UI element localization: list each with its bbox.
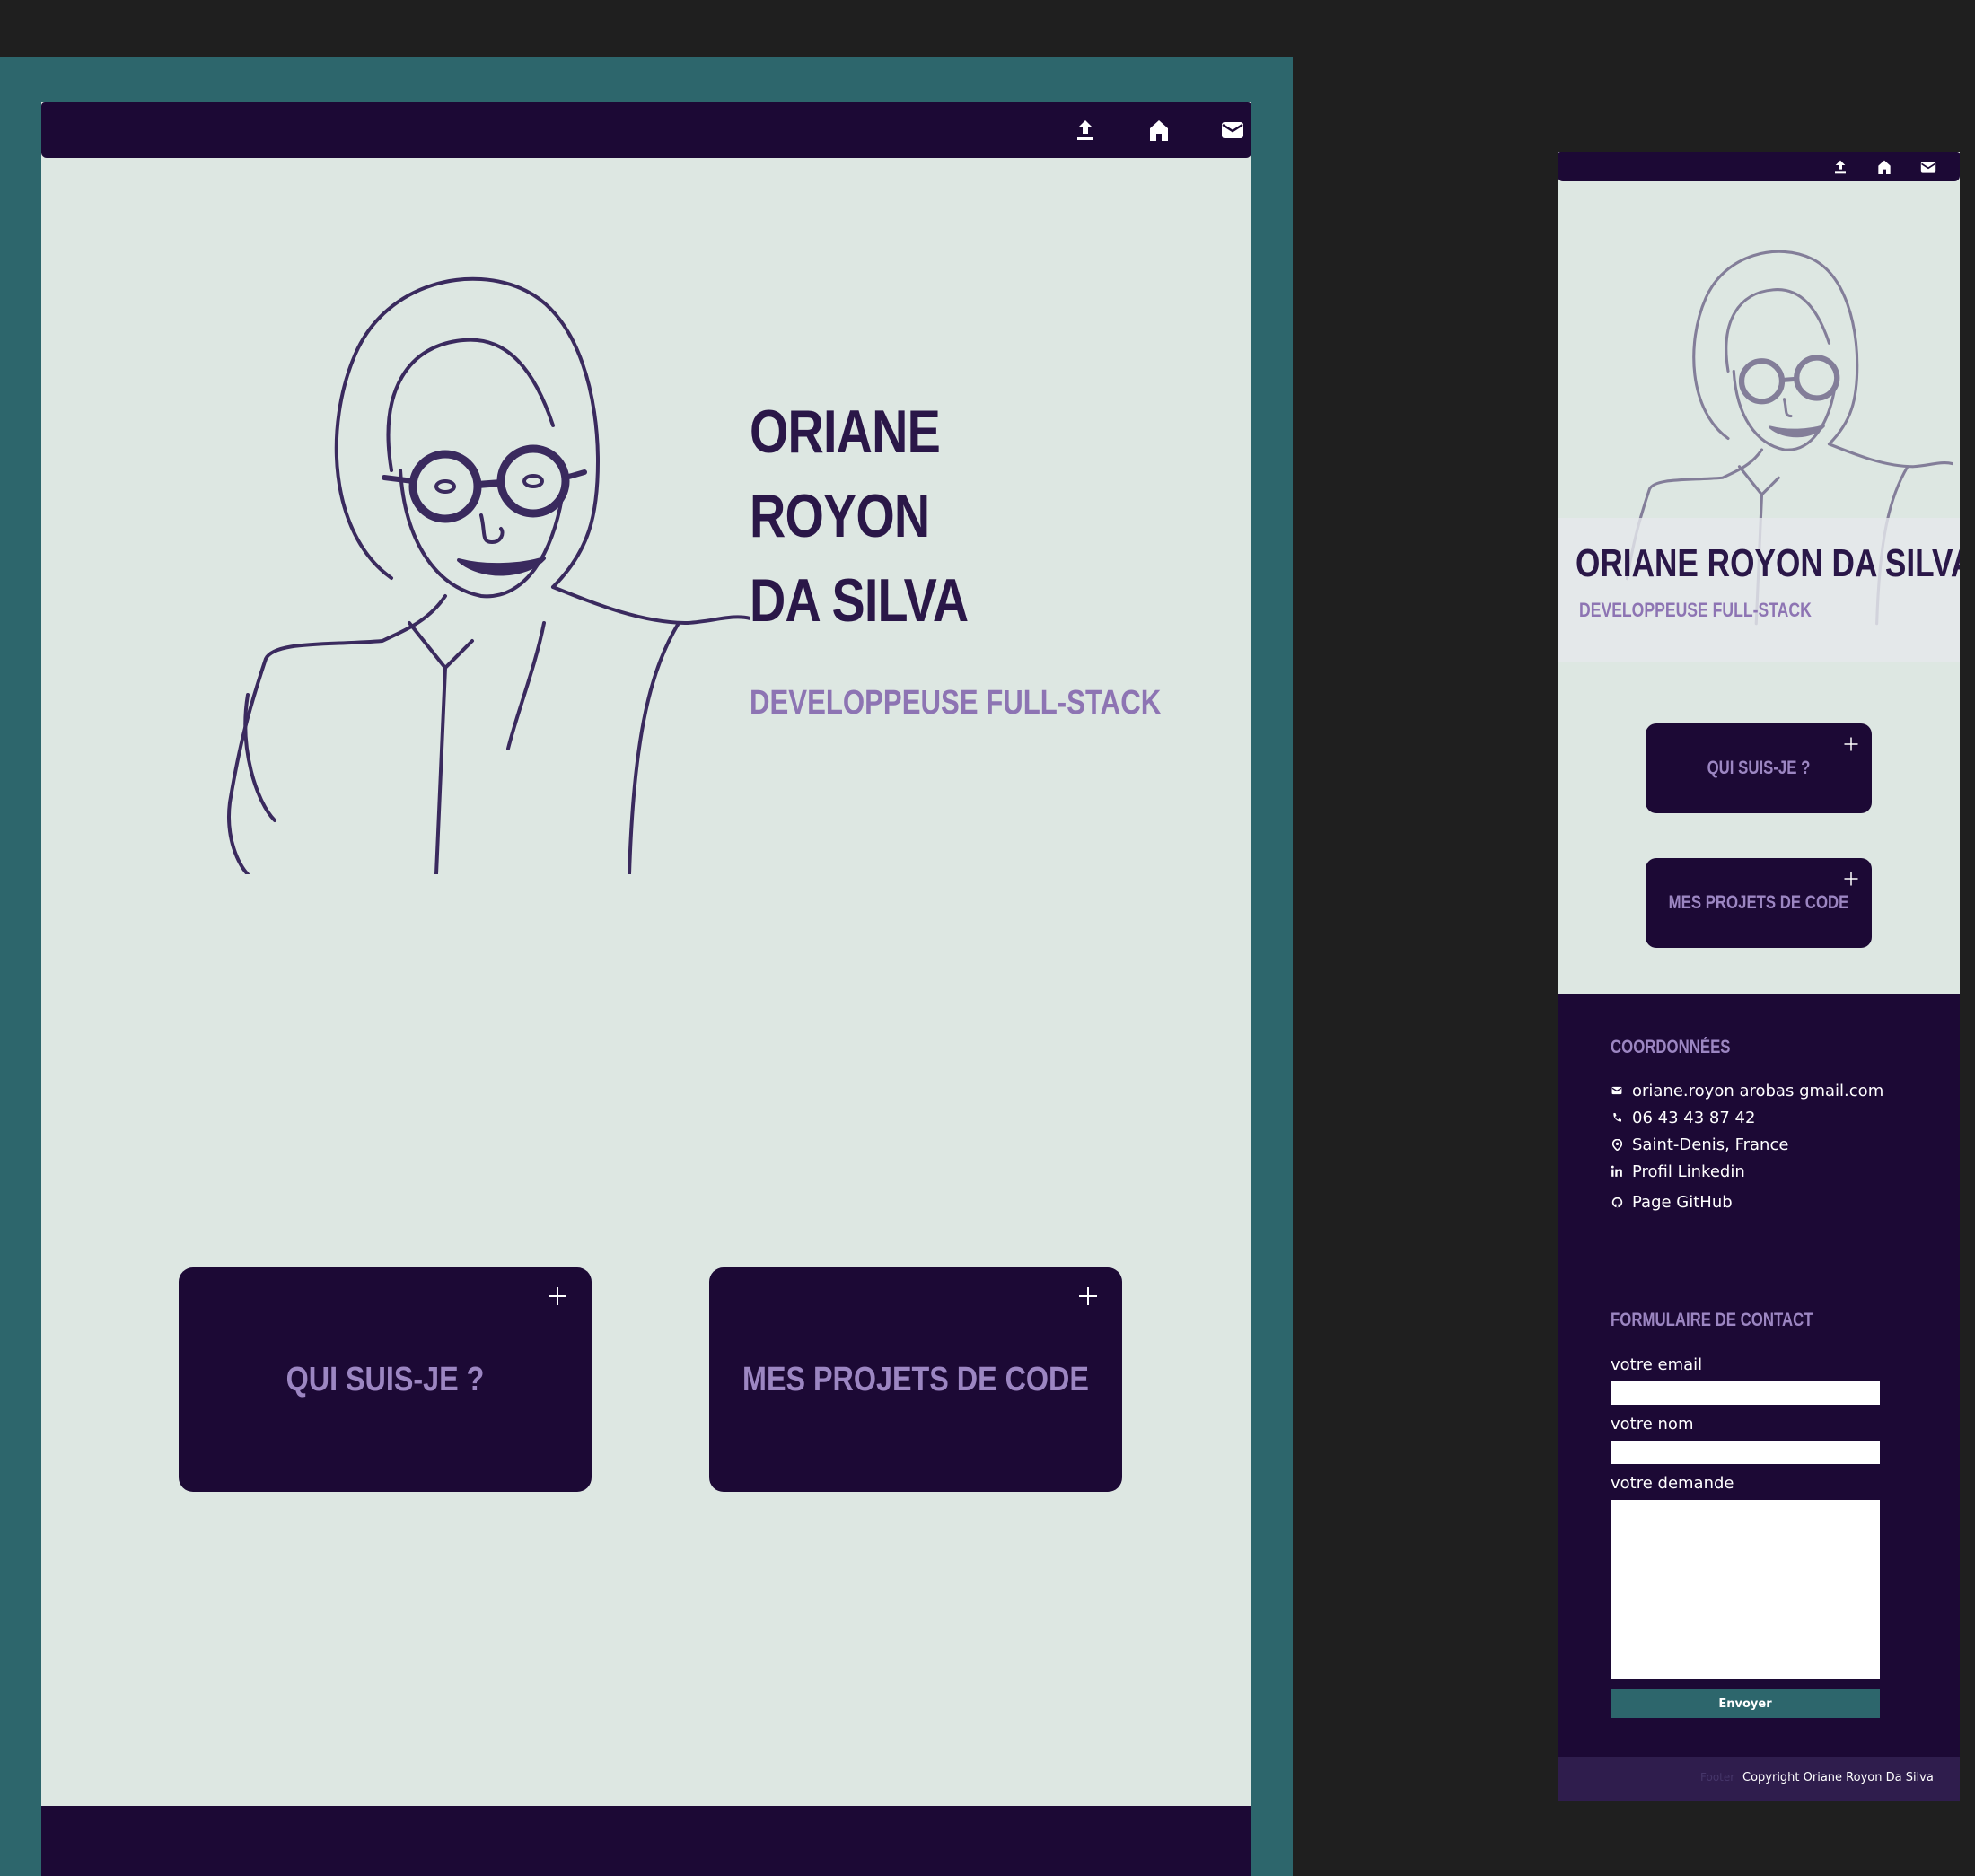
desktop-page: ORIANE ROYON DA SILVA DEVELOPPEUSE FULL-…	[41, 102, 1251, 1876]
about-card-label: QUI SUIS-JE ?	[1707, 758, 1811, 778]
plus-icon	[549, 1287, 566, 1305]
contact-phone-text: 06 43 43 87 42	[1632, 1108, 1756, 1127]
contact-location-text: Saint-Denis, France	[1632, 1135, 1789, 1154]
location-pin-icon	[1611, 1138, 1623, 1151]
contact-title: COORDONNÉES	[1611, 1037, 1731, 1057]
plus-icon	[1079, 1287, 1097, 1305]
about-card-button[interactable]: QUI SUIS-JE ?	[1646, 723, 1872, 813]
linkedin-icon	[1611, 1165, 1623, 1178]
footer-copyright: Copyright Oriane Royon Da Silva	[1742, 1771, 1934, 1784]
contact-github-text[interactable]: Page GitHub	[1632, 1193, 1733, 1212]
projects-card-button[interactable]: MES PROJETS DE CODE	[709, 1267, 1122, 1492]
contact-linkedin[interactable]: Profil Linkedin	[1611, 1161, 1745, 1182]
desktop-navbar	[41, 102, 1251, 158]
submit-button[interactable]: Envoyer	[1611, 1689, 1880, 1718]
contact-linkedin-text[interactable]: Profil Linkedin	[1632, 1162, 1745, 1181]
mobile-hero-name: ORIANE ROYON DA SILVA	[1576, 541, 1960, 585]
projects-card-label: MES PROJETS DE CODE	[742, 1361, 1089, 1398]
hero-name-line3: DA SILVA	[750, 566, 969, 635]
mail-icon[interactable]	[1219, 117, 1246, 144]
contact-github[interactable]: Page GitHub	[1611, 1191, 1733, 1213]
contact-section: COORDONNÉES oriane.royon arobas gmail.co…	[1558, 994, 1960, 1801]
hero-name-line1: ORIANE	[750, 398, 941, 466]
plus-icon	[1844, 737, 1858, 751]
projects-card-button[interactable]: MES PROJETS DE CODE	[1646, 858, 1872, 948]
mobile-page: ORIANE ROYON DA SILVA DEVELOPPEUSE FULL-…	[1558, 152, 1960, 1801]
footer-ghost-text: Footer	[1700, 1771, 1735, 1784]
mobile-footer: Footer Copyright Oriane Royon Da Silva	[1558, 1757, 1960, 1801]
contact-location: Saint-Denis, France	[1611, 1134, 1788, 1155]
name-label: votre nom	[1611, 1415, 1694, 1433]
upload-icon[interactable]	[1072, 117, 1099, 144]
upload-icon[interactable]	[1830, 157, 1850, 177]
email-label: votre email	[1611, 1355, 1703, 1374]
github-icon	[1611, 1196, 1623, 1208]
mobile-hero-subtitle: DEVELOPPEUSE FULL-STACK	[1579, 599, 1812, 621]
hero-subtitle: DEVELOPPEUSE FULL-STACK	[750, 684, 1162, 722]
request-textarea[interactable]	[1611, 1500, 1880, 1679]
name-field[interactable]	[1611, 1441, 1880, 1464]
desktop-footer	[41, 1806, 1251, 1876]
mail-icon	[1611, 1084, 1623, 1097]
email-field[interactable]	[1611, 1381, 1880, 1405]
mobile-hero-band	[1558, 518, 1960, 662]
projects-card-label: MES PROJETS DE CODE	[1668, 892, 1849, 913]
contact-phone: 06 43 43 87 42	[1611, 1107, 1755, 1128]
contact-email-text: oriane.royon arobas gmail.com	[1632, 1081, 1884, 1100]
home-icon[interactable]	[1146, 117, 1172, 144]
hero-name-line2: ROYON	[750, 482, 930, 550]
about-card-label: QUI SUIS-JE ?	[285, 1361, 485, 1398]
request-label: votre demande	[1611, 1474, 1734, 1493]
hero-name: ORIANE ROYON DA SILVA	[750, 390, 969, 643]
contact-email: oriane.royon arobas gmail.com	[1611, 1080, 1883, 1101]
mobile-navbar	[1558, 152, 1960, 181]
phone-icon	[1611, 1111, 1623, 1124]
form-title: FORMULAIRE DE CONTACT	[1611, 1310, 1813, 1330]
about-card-button[interactable]: QUI SUIS-JE ?	[179, 1267, 592, 1492]
mail-icon[interactable]	[1918, 157, 1938, 177]
portrait-drawing	[227, 276, 750, 874]
home-icon[interactable]	[1874, 157, 1894, 177]
plus-icon	[1844, 872, 1858, 886]
